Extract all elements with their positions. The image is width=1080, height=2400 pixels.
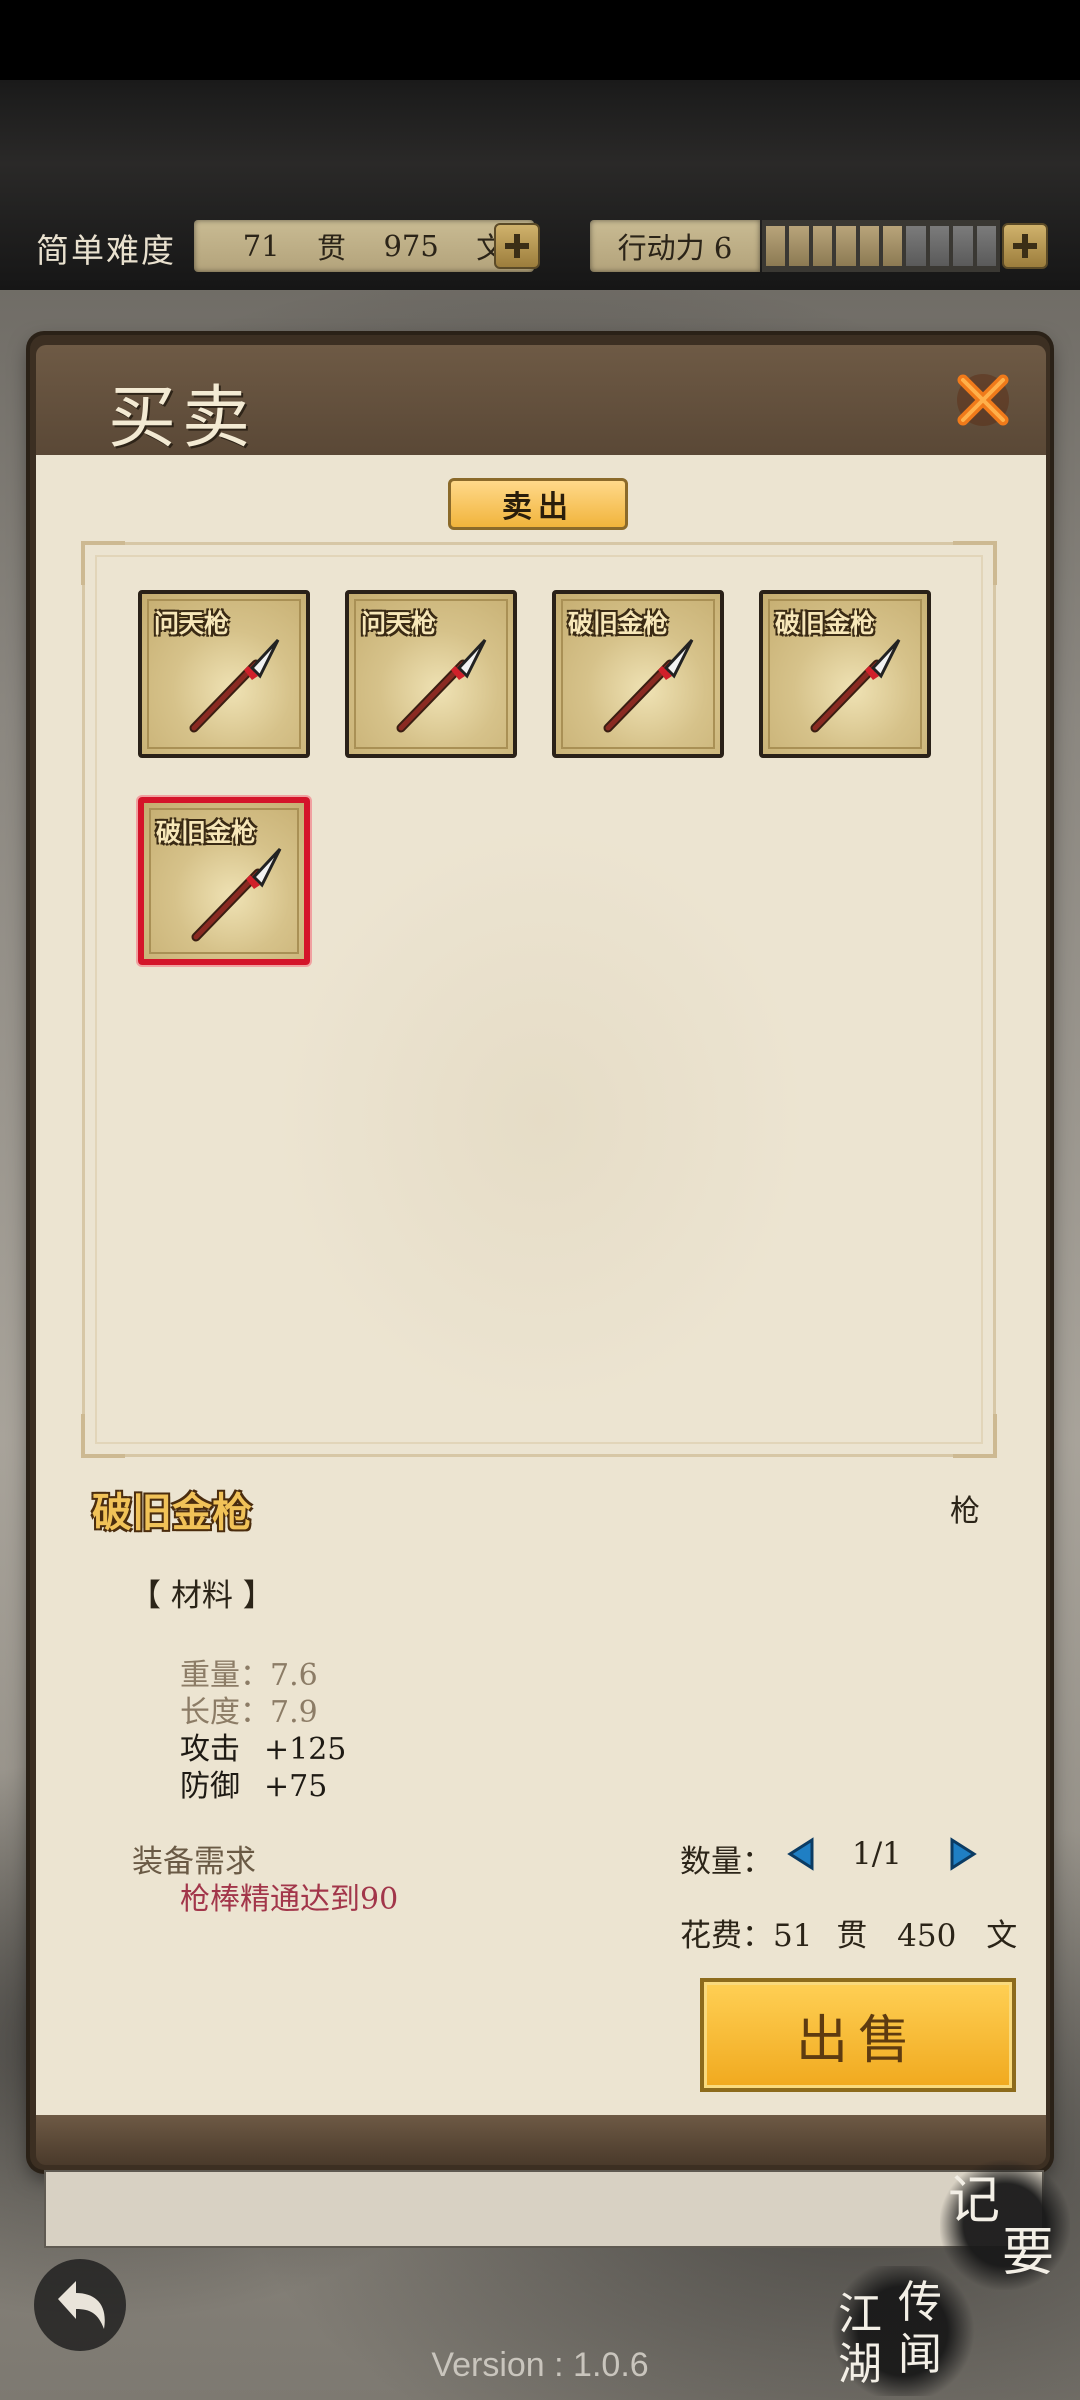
inventory-item[interactable]: 问天枪 <box>138 590 310 758</box>
action-point-segment <box>976 226 997 266</box>
money-display: 71 贯 975 文 <box>194 220 534 272</box>
inventory-item[interactable]: 问天枪 <box>345 590 517 758</box>
action-point-segment <box>766 226 786 266</box>
action-point-segment <box>953 226 973 266</box>
money-guan: 71 <box>242 229 280 263</box>
add-action-points-button[interactable] <box>1002 223 1048 269</box>
frame-corner <box>953 541 997 585</box>
item-name: 问天枪 <box>361 609 437 638</box>
quantity-decrease-button[interactable] <box>784 1836 818 1872</box>
frame-corner <box>81 541 125 585</box>
notes-char: 要 <box>1002 2223 1055 2283</box>
action-point-segment <box>906 226 926 266</box>
stat-value: +75 <box>264 1769 328 1804</box>
item-detail-name: 破旧金枪 <box>92 1489 252 1536</box>
cost-wen: 450 <box>897 1918 957 1954</box>
bottom-shelf <box>44 2170 1044 2248</box>
status-strip <box>0 0 1080 80</box>
action-points-bar <box>762 220 1000 272</box>
spear-icon <box>396 638 487 733</box>
inventory-item[interactable]: 破旧金枪 <box>552 590 724 758</box>
inventory-item[interactable]: 破旧金枪 <box>138 797 310 965</box>
action-point-segment <box>929 226 950 266</box>
cost-guan: 51 <box>773 1918 813 1954</box>
action-point-segment <box>859 226 880 266</box>
version-label: Version : 1.0.6 <box>431 2346 649 2384</box>
frame-corner <box>81 1414 125 1458</box>
right-arrow-icon <box>950 1837 977 1871</box>
action-point-segment <box>812 226 833 266</box>
action-point-segment <box>789 226 809 266</box>
back-button[interactable] <box>30 2255 130 2355</box>
spear-icon <box>191 847 282 942</box>
quantity-value: 1/1 <box>852 1836 902 1872</box>
tab-sell[interactable]: 卖出 <box>448 478 628 530</box>
item-name: 破旧金枪 <box>775 609 876 638</box>
close-icon <box>957 374 1009 426</box>
item-name: 破旧金枪 <box>156 818 257 847</box>
frame-corner <box>953 1414 997 1458</box>
quantity-increase-button[interactable] <box>946 1836 980 1872</box>
action-point-segment <box>836 226 856 266</box>
notes-char: 记 <box>948 2171 1001 2231</box>
action-points-label: 行动力 6 <box>590 220 760 272</box>
sell-button[interactable]: 出售 <box>700 1978 1016 2092</box>
item-detail-type: 枪 <box>950 1494 980 1529</box>
spear-icon <box>810 638 901 733</box>
money-wen: 975 <box>383 229 439 263</box>
requirement-text: 枪棒精通达到90 <box>180 1882 399 1917</box>
stat-defense: 防御 +75 <box>180 1761 327 1805</box>
left-arrow-icon <box>787 1837 814 1871</box>
item-name: 破旧金枪 <box>568 609 669 638</box>
cost-guan-unit: 贯 <box>836 1918 868 1954</box>
spear-icon <box>603 638 694 733</box>
add-money-button[interactable] <box>494 223 540 269</box>
dialog-title: 买卖 <box>108 379 257 458</box>
spear-icon <box>189 638 280 733</box>
quantity-label: 数量： <box>680 1844 773 1880</box>
action-point-segment <box>883 226 903 266</box>
money-guan-unit: 贯 <box>317 231 347 265</box>
item-detail-category: 【 材料 】 <box>130 1578 274 1614</box>
item-name: 问天枪 <box>154 609 230 638</box>
back-arrow-icon <box>34 2259 126 2351</box>
cost-label: 花费： <box>680 1918 773 1954</box>
cost-wen-unit: 文 <box>986 1918 1018 1954</box>
cost-display: 花费：51 贯 450 文 <box>680 1910 1017 1955</box>
difficulty-label: 简单难度 <box>36 231 176 270</box>
close-button[interactable] <box>948 368 1018 432</box>
inventory-item[interactable]: 破旧金枪 <box>759 590 931 758</box>
dialog-footer <box>36 2115 1046 2165</box>
stat-label: 防御 <box>180 1769 240 1804</box>
